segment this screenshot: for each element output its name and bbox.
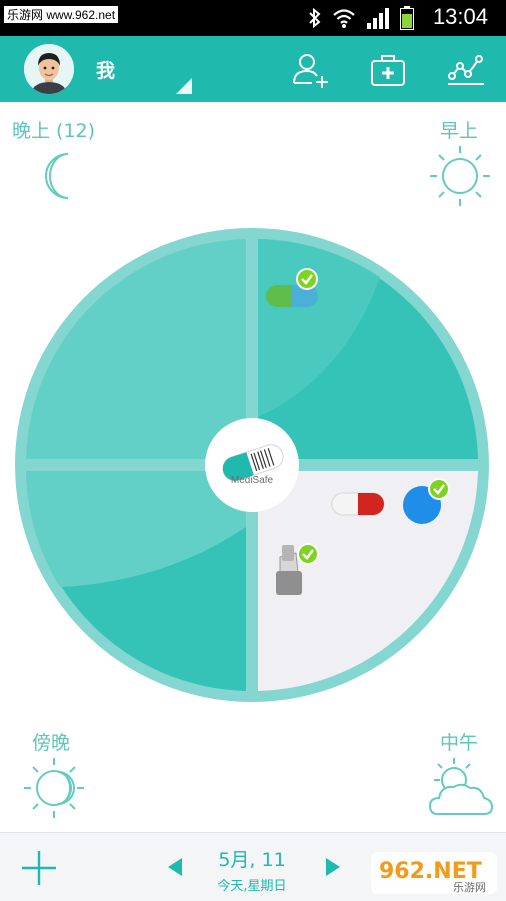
evening-label: 晚上 (12) — [12, 120, 96, 142]
dusk-label: 傍晚 — [32, 732, 71, 754]
bluetooth-icon — [309, 7, 321, 29]
site-label: 乐游网 www.962.net — [4, 6, 119, 23]
previous-day-button[interactable] — [166, 857, 184, 877]
current-date[interactable]: 5月, 11 — [190, 845, 314, 872]
plus-icon — [22, 851, 56, 885]
current-day-label: 今天,星期日 — [217, 879, 287, 894]
logo-text: MediSafe — [231, 475, 274, 486]
next-day-button[interactable] — [324, 857, 342, 877]
add-user-icon — [293, 54, 328, 88]
sun-icon — [430, 146, 490, 206]
status-bar: 乐游网 www.962.net 13:04 — [0, 0, 506, 36]
dusk-icon — [24, 758, 84, 818]
site-watermark: 962.NET 乐游网 — [371, 852, 497, 894]
stats-chart-icon — [448, 55, 484, 85]
avatar-icon — [24, 44, 74, 94]
moon-icon — [45, 153, 69, 199]
partly-cloudy-icon — [428, 758, 494, 815]
medication-wheel[interactable]: MediSafe — [14, 227, 490, 703]
medical-kit-icon — [371, 55, 405, 86]
battery-icon — [400, 6, 414, 30]
reports-button[interactable] — [446, 50, 486, 90]
avatar[interactable] — [24, 44, 74, 94]
user-name[interactable]: 我 — [96, 56, 115, 83]
medisafe-logo[interactable]: MediSafe — [205, 418, 299, 512]
add-user-button[interactable] — [290, 50, 330, 90]
clock: 13:04 — [432, 4, 488, 29]
signal-icon — [367, 8, 389, 29]
watermark-sub: 乐游网 — [453, 881, 486, 894]
profile-dropdown-indicator[interactable] — [176, 78, 192, 94]
app-bar: 我 — [0, 36, 506, 102]
noon-label: 中午 — [440, 732, 479, 754]
morning-label: 早上 — [440, 120, 479, 142]
medicine-cabinet-button[interactable] — [368, 50, 408, 90]
status-icons — [308, 6, 414, 30]
chevron-right-icon — [326, 858, 340, 876]
evening-segment[interactable] — [26, 239, 246, 459]
wifi-icon — [333, 9, 355, 28]
chevron-left-icon — [168, 858, 182, 876]
add-medication-button[interactable] — [20, 849, 58, 887]
capsule-pill-noon[interactable] — [331, 492, 385, 516]
